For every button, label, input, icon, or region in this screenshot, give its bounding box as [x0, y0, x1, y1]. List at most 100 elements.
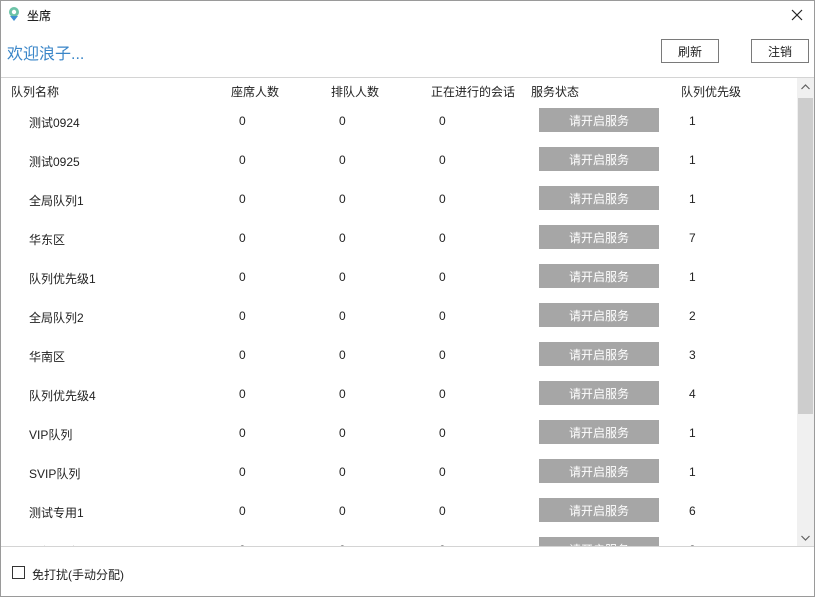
chevron-down-icon [801, 535, 810, 541]
cell-queue-name: 测试0924 [29, 116, 80, 130]
cell-queue-name: SVIP队列 [29, 467, 81, 481]
do-not-disturb-checkbox[interactable] [12, 566, 25, 579]
do-not-disturb-label[interactable]: 免打扰(手动分配) [32, 566, 124, 583]
footer: 免打扰(手动分配) [1, 547, 814, 596]
cell-queue-priority: 1 [689, 114, 696, 128]
agent-window: 坐席 欢迎浪子... 刷新 注销 队列名称 座席人数 排队人数 正在进行的会话 … [0, 0, 815, 597]
cell-agent-count: 0 [239, 504, 246, 518]
scroll-down-button[interactable] [797, 529, 814, 546]
table-row[interactable]: 测试0924 0 0 0 1 请开启服务 [1, 102, 797, 141]
cell-queue-name: 测试0925 [29, 155, 80, 169]
table-row[interactable]: 华东区 0 0 0 7 请开启服务 [1, 219, 797, 258]
cell-agent-count: 0 [239, 309, 246, 323]
cell-queue-name: 测试专用1 [29, 506, 84, 520]
cell-queued-count: 0 [339, 231, 346, 245]
start-service-button[interactable]: 请开启服务 [539, 537, 659, 546]
cell-queued-count: 0 [339, 153, 346, 167]
column-header-queued-count: 排队人数 [331, 85, 380, 99]
cell-queue-priority: 1 [689, 465, 696, 479]
start-service-button[interactable]: 请开启服务 [539, 108, 659, 132]
cell-queue-name: 全局队列2 [29, 311, 84, 325]
cell-agent-count: 0 [239, 426, 246, 440]
chevron-up-icon [801, 83, 810, 89]
cell-agent-count: 0 [239, 192, 246, 206]
start-service-button[interactable]: 请开启服务 [539, 420, 659, 444]
start-service-button[interactable]: 请开启服务 [539, 498, 659, 522]
table-row[interactable]: 队列优先级1 0 0 0 1 请开启服务 [1, 258, 797, 297]
cell-active-sessions: 0 [439, 270, 446, 284]
table-body: 测试0924 0 0 0 1 请开启服务 测试0925 0 0 0 1 请开启服务 全局队列1 0 0 0 1 请… [1, 102, 797, 546]
close-icon [791, 9, 803, 21]
agent-location-icon [6, 6, 22, 22]
start-service-button[interactable]: 请开启服务 [539, 147, 659, 171]
table-row[interactable]: SVIP队列 0 0 0 1 请开启服务 [1, 453, 797, 492]
scroll-thumb[interactable] [798, 98, 813, 414]
cell-queued-count: 0 [339, 192, 346, 206]
cell-active-sessions: 0 [439, 504, 446, 518]
cell-queue-priority: 4 [689, 387, 696, 401]
cell-queue-priority: 2 [689, 309, 696, 323]
welcome-message: 欢迎浪子... [7, 46, 85, 63]
cell-queued-count: 0 [339, 309, 346, 323]
table-row[interactable]: 运行调试0002请开启服务 [1, 531, 797, 546]
table-row[interactable]: 华南区 0 0 0 3 请开启服务 [1, 336, 797, 375]
column-header-service-status: 服务状态 [531, 85, 580, 99]
cell-queued-count: 0 [339, 114, 346, 128]
table-row[interactable]: 全局队列2 0 0 0 2 请开启服务 [1, 297, 797, 336]
cell-agent-count: 0 [239, 270, 246, 284]
start-service-button[interactable]: 请开启服务 [539, 381, 659, 405]
cell-active-sessions: 0 [439, 231, 446, 245]
cell-queued-count: 0 [339, 270, 346, 284]
column-header-agent-count: 座席人数 [231, 85, 280, 99]
cell-queue-name: 全局队列1 [29, 194, 84, 208]
cell-queue-priority: 6 [689, 504, 696, 518]
column-header-queue-priority: 队列优先级 [681, 85, 742, 99]
table-header: 队列名称 座席人数 排队人数 正在进行的会话 服务状态 队列优先级 [1, 78, 797, 102]
cell-queue-priority: 7 [689, 231, 696, 245]
cell-active-sessions: 0 [439, 465, 446, 479]
cell-agent-count: 0 [239, 114, 246, 128]
cell-queued-count: 0 [339, 465, 346, 479]
title-bar: 坐席 [1, 1, 814, 29]
cell-queue-name: 华东区 [29, 233, 66, 247]
logout-button[interactable]: 注销 [751, 39, 809, 63]
queue-table: 队列名称 座席人数 排队人数 正在进行的会话 服务状态 队列优先级 测试0924… [1, 78, 797, 546]
cell-active-sessions: 0 [439, 192, 446, 206]
scroll-up-button[interactable] [797, 78, 814, 95]
cell-queue-priority: 1 [689, 153, 696, 167]
table-row[interactable]: 全局队列1 0 0 0 1 请开启服务 [1, 180, 797, 219]
table-row[interactable]: 测试0925 0 0 0 1 请开启服务 [1, 141, 797, 180]
refresh-button[interactable]: 刷新 [661, 39, 719, 63]
cell-queue-priority: 1 [689, 192, 696, 206]
cell-active-sessions: 0 [439, 114, 446, 128]
window-title: 坐席 [27, 9, 52, 23]
table-row[interactable]: 队列优先级4 0 0 0 4 请开启服务 [1, 375, 797, 414]
cell-active-sessions: 0 [439, 348, 446, 362]
cell-active-sessions: 0 [439, 153, 446, 167]
cell-active-sessions: 0 [439, 426, 446, 440]
column-header-queue-name: 队列名称 [11, 85, 60, 99]
cell-queue-name: VIP队列 [29, 428, 73, 442]
start-service-button[interactable]: 请开启服务 [539, 342, 659, 366]
table-row[interactable]: 测试专用1 0 0 0 6 请开启服务 [1, 492, 797, 531]
cell-agent-count: 0 [239, 231, 246, 245]
start-service-button[interactable]: 请开启服务 [539, 264, 659, 288]
cell-queue-name: 队列优先级4 [29, 389, 96, 403]
vertical-scrollbar[interactable] [797, 78, 814, 546]
close-button[interactable] [780, 1, 814, 29]
start-service-button[interactable]: 请开启服务 [539, 186, 659, 210]
column-header-active-sessions: 正在进行的会话 [431, 85, 516, 99]
cell-agent-count: 0 [239, 348, 246, 362]
cell-queue-priority: 1 [689, 426, 696, 440]
start-service-button[interactable]: 请开启服务 [539, 225, 659, 249]
cell-active-sessions: 0 [439, 387, 446, 401]
cell-agent-count: 0 [239, 465, 246, 479]
start-service-button[interactable]: 请开启服务 [539, 303, 659, 327]
cell-agent-count: 0 [239, 153, 246, 167]
cell-queued-count: 0 [339, 504, 346, 518]
cell-queue-name: 华南区 [29, 350, 66, 364]
table-row[interactable]: VIP队列 0 0 0 1 请开启服务 [1, 414, 797, 453]
cell-queue-priority: 1 [689, 270, 696, 284]
cell-queued-count: 0 [339, 348, 346, 362]
start-service-button[interactable]: 请开启服务 [539, 459, 659, 483]
